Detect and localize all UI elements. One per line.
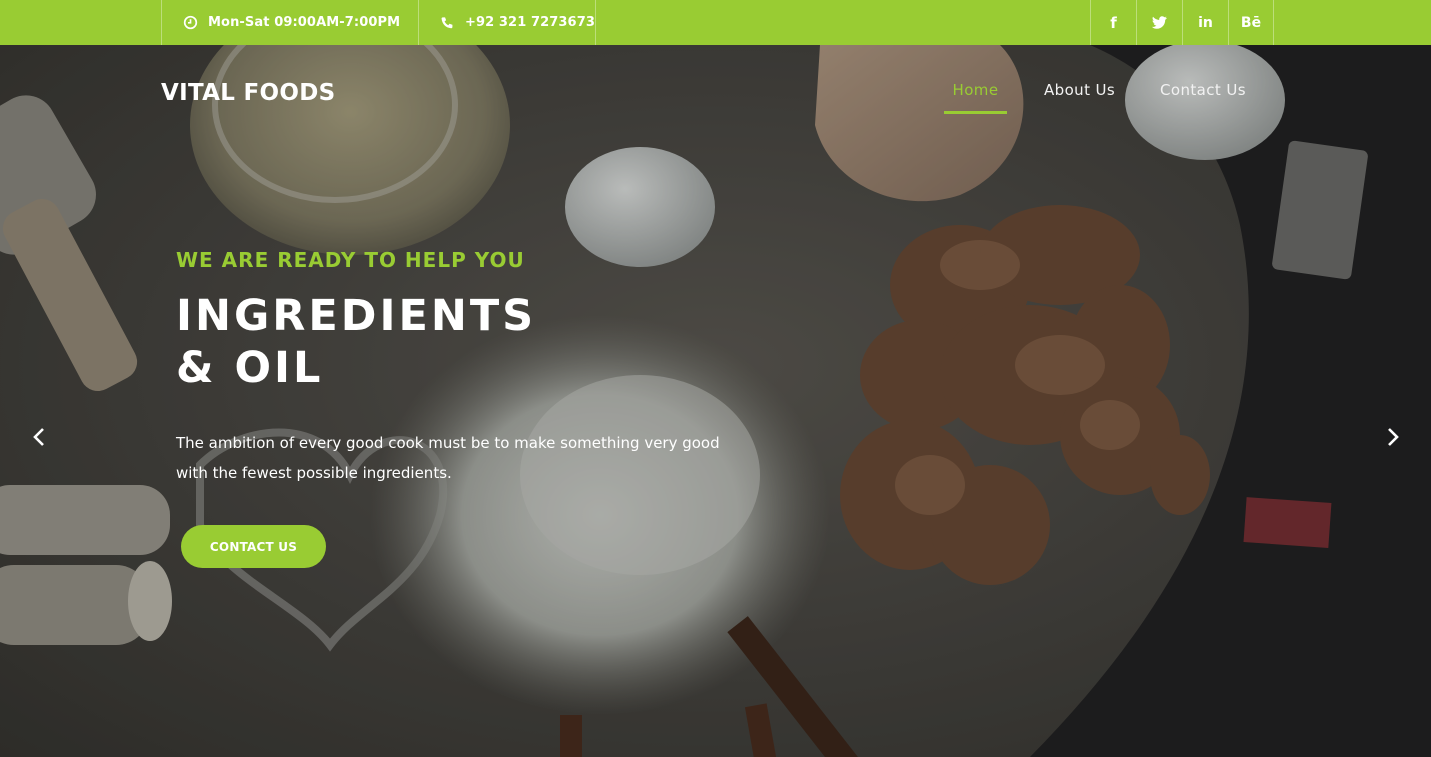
hero-headline-line1: INGREDIENTS	[176, 291, 537, 341]
opening-hours: Mon-Sat 09:00AM-7:00PM	[161, 0, 419, 45]
chevron-right-icon[interactable]	[1381, 425, 1405, 449]
nav-contact-link[interactable]: Contact Us	[1160, 81, 1246, 99]
hero-headline: INGREDIENTS & OIL	[176, 290, 536, 394]
phone-number[interactable]: +92 321 7273673	[418, 0, 596, 45]
phone-icon	[439, 15, 455, 31]
clock-icon	[182, 15, 198, 31]
hero-headline-line2: & OIL	[176, 343, 324, 393]
hero-overlay	[0, 45, 1431, 757]
hero-kicker: WE ARE READY TO HELP YOU	[176, 248, 525, 272]
phone-text: +92 321 7273673	[465, 15, 595, 30]
nav-item-about[interactable]: About Us	[1044, 80, 1115, 114]
behance-icon[interactable]: Bē	[1228, 0, 1274, 45]
contact-us-button[interactable]: CONTACT US	[181, 525, 326, 568]
nav-item-contact[interactable]: Contact Us	[1160, 80, 1246, 114]
nav-home-link[interactable]: Home	[953, 81, 999, 99]
linkedin-label: in	[1198, 14, 1213, 31]
site-logo[interactable]: VITAL FOODS	[161, 80, 336, 106]
facebook-icon[interactable]: f	[1090, 0, 1136, 45]
facebook-label: f	[1110, 13, 1117, 32]
top-bar: Mon-Sat 09:00AM-7:00PM +92 321 7273673 f…	[0, 0, 1431, 45]
linkedin-icon[interactable]: in	[1182, 0, 1228, 45]
hours-text: Mon-Sat 09:00AM-7:00PM	[208, 15, 401, 30]
chevron-left-icon[interactable]	[27, 425, 51, 449]
behance-label: Bē	[1240, 14, 1262, 31]
hero-slider	[0, 45, 1431, 757]
nav-about-link[interactable]: About Us	[1044, 81, 1115, 99]
nav-item-home[interactable]: Home	[944, 80, 1007, 114]
twitter-icon[interactable]	[1136, 0, 1182, 45]
hero-description: The ambition of every good cook must be …	[176, 434, 720, 482]
